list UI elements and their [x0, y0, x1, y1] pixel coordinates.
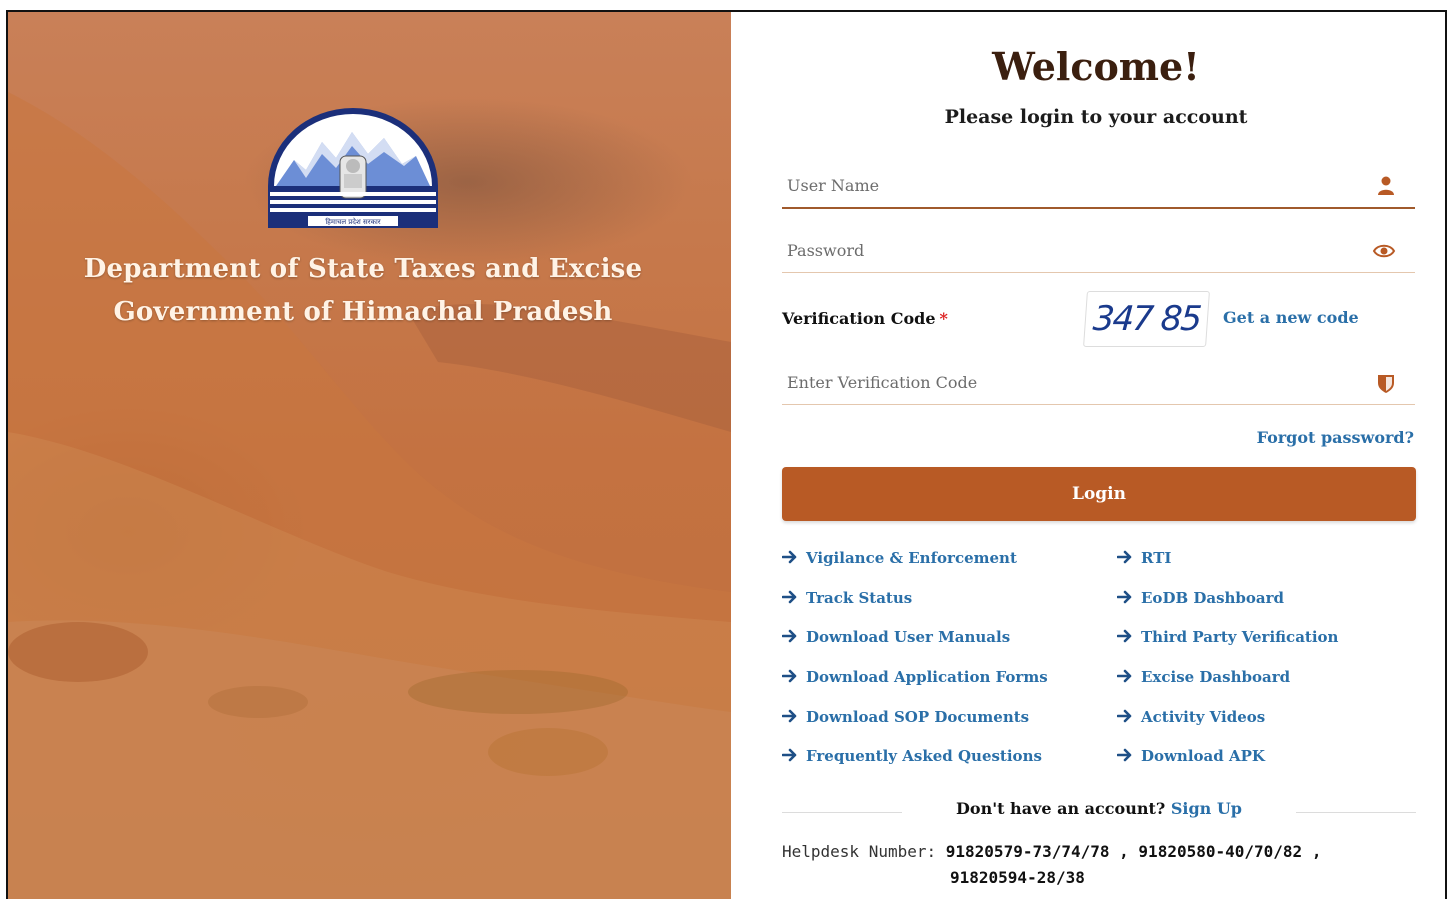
link-third-party-verification[interactable]: Third Party Verification [1117, 628, 1338, 650]
eye-icon[interactable] [1371, 240, 1397, 262]
link-label: Download User Manuals [806, 628, 1011, 646]
shield-icon [1378, 375, 1394, 393]
forgot-password-link[interactable]: Forgot password? [1257, 428, 1414, 447]
emblem-caption: हिमाचल प्रदेश सरकार [325, 217, 380, 226]
link-eodb-dashboard[interactable]: EoDB Dashboard [1117, 589, 1284, 611]
arrow-right-icon [1117, 590, 1132, 604]
himachal-pradesh-emblem: हिमाचल प्रदेश सरकार [268, 108, 438, 228]
signup-link[interactable]: Sign Up [1171, 799, 1242, 818]
arrow-right-icon [1117, 669, 1132, 683]
user-icon [1378, 176, 1394, 195]
link-download-user-manuals[interactable]: Download User Manuals [782, 628, 1010, 650]
verification-code-input[interactable] [782, 364, 1347, 400]
department-title: Department of State Taxes and Excise [83, 254, 643, 284]
link-label: EoDB Dashboard [1141, 589, 1285, 607]
get-new-code-link[interactable]: Get a new code [1223, 308, 1359, 327]
arrow-right-icon [782, 709, 797, 723]
link-label: Activity Videos [1141, 708, 1266, 726]
verification-label-text: Verification Code [782, 309, 936, 328]
password-field [782, 232, 1415, 273]
login-panel: Welcome! Please login to your account Ve… [731, 12, 1445, 899]
link-label: Download Application Forms [806, 668, 1048, 686]
arrow-right-icon [782, 748, 797, 762]
arrow-right-icon [782, 590, 797, 604]
helpdesk-numbers: 91820579-73/74/78 , 91820580-40/70/82 , [945, 842, 1322, 861]
arrow-right-icon [782, 629, 797, 643]
login-button[interactable]: Login [782, 467, 1416, 521]
link-label: RTI [1141, 549, 1172, 567]
link-label: Vigilance & Enforcement [806, 549, 1017, 567]
page-frame: हिमाचल प्रदेश सरकार Department of State … [6, 10, 1447, 899]
signup-row: Don't have an account? Sign Up [782, 799, 1416, 823]
link-label: Frequently Asked Questions [806, 747, 1042, 765]
helpdesk-info: Helpdesk Number: 91820579-73/74/78 , 918… [782, 839, 1402, 891]
link-label: Excise Dashboard [1141, 668, 1291, 686]
link-vigilance-enforcement[interactable]: Vigilance & Enforcement [782, 549, 1017, 571]
signup-text: Don't have an account? Sign Up [782, 799, 1416, 818]
arrow-right-icon [782, 669, 797, 683]
required-mark: * [939, 309, 948, 328]
link-label: Track Status [806, 589, 913, 607]
password-input[interactable] [782, 232, 1347, 268]
login-subtitle: Please login to your account [944, 106, 1248, 128]
link-label: Download SOP Documents [806, 708, 1030, 726]
link-label: Download APK [1141, 747, 1265, 765]
helpdesk-line2: 91820594-28/38 [782, 865, 1402, 891]
username-field [782, 167, 1415, 209]
captcha-image: 347 85 [1083, 291, 1210, 347]
verification-label: Verification Code * [782, 309, 948, 328]
link-download-apk[interactable]: Download APK [1117, 747, 1265, 769]
link-download-application-forms[interactable]: Download Application Forms [782, 668, 1048, 690]
link-excise-dashboard[interactable]: Excise Dashboard [1117, 668, 1290, 690]
brand-panel: हिमाचल प्रदेश सरकार Department of State … [8, 12, 731, 899]
link-download-sop-documents[interactable]: Download SOP Documents [782, 708, 1029, 730]
helpdesk-line1: Helpdesk Number: 91820579-73/74/78 , 918… [782, 839, 1402, 865]
username-input[interactable] [782, 167, 1347, 203]
welcome-heading: Welcome! [992, 44, 1200, 89]
verification-field [782, 364, 1415, 405]
link-label: Third Party Verification [1141, 628, 1339, 646]
helpdesk-numbers-cont: 91820594-28/38 [950, 868, 1085, 887]
government-title: Government of Himachal Pradesh [113, 297, 613, 327]
helpdesk-label: Helpdesk Number: [782, 842, 937, 861]
arrow-right-icon [1117, 748, 1132, 762]
arrow-right-icon [1117, 550, 1132, 564]
signup-prompt: Don't have an account? [956, 799, 1166, 818]
link-rti[interactable]: RTI [1117, 549, 1171, 571]
link-track-status[interactable]: Track Status [782, 589, 912, 611]
link-activity-videos[interactable]: Activity Videos [1117, 708, 1265, 730]
arrow-right-icon [1117, 709, 1132, 723]
arrow-right-icon [782, 550, 797, 564]
arrow-right-icon [1117, 629, 1132, 643]
link-faq[interactable]: Frequently Asked Questions [782, 747, 1042, 769]
